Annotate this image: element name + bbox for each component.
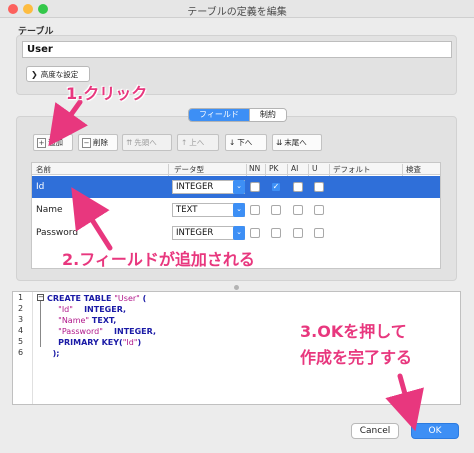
- arrow-to-add-button: [48, 99, 88, 147]
- arrow-to-ok-button: [385, 373, 424, 432]
- annotation-step3-line1: 3.OKを押して: [300, 322, 407, 341]
- annotation-step2: 2.フィールドが追加される: [62, 250, 255, 269]
- arrow-to-new-field: [71, 187, 113, 251]
- annotation-step1: 1.クリック: [66, 84, 148, 103]
- annotation-step3-line2: 作成を完了する: [300, 348, 413, 367]
- annotation-arrows: [48, 99, 424, 432]
